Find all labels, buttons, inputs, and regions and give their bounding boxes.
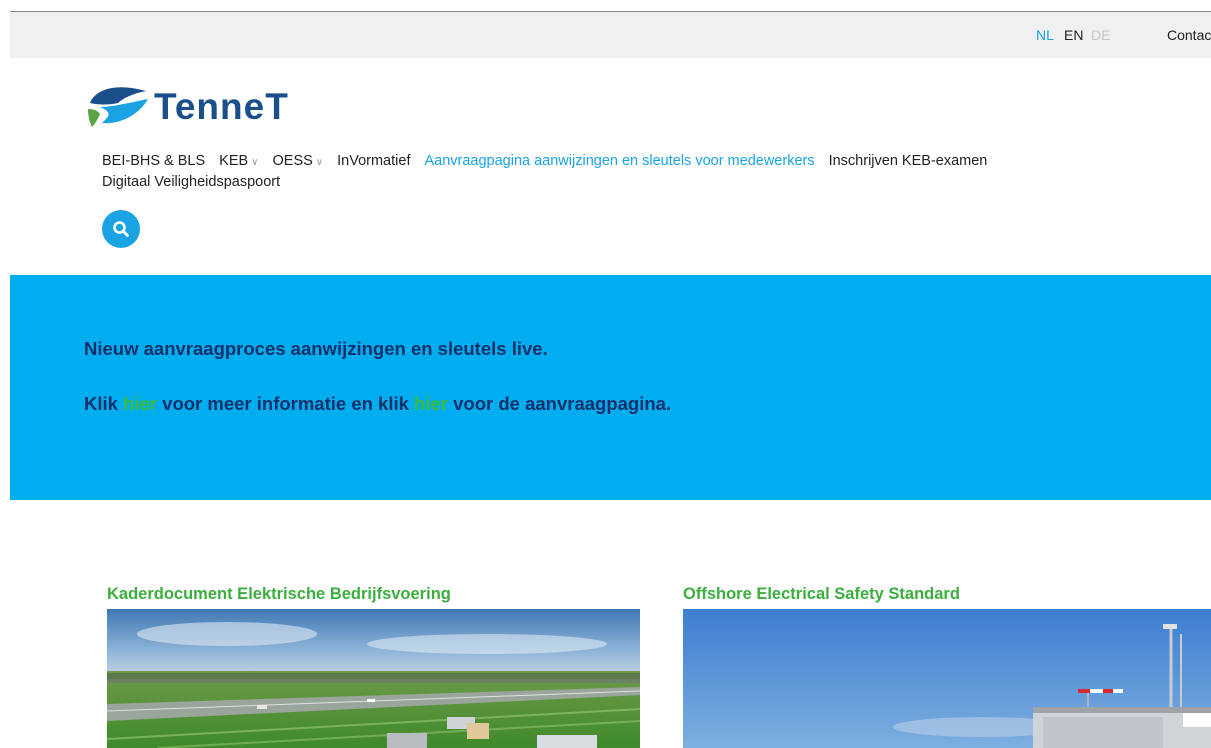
banner-headline: Nieuw aanvraagproces aanwijzingen en sle…	[84, 338, 548, 359]
banner-subline: Klik hier voor meer informatie en klik h…	[84, 393, 671, 415]
nav-label: OESS	[272, 153, 313, 169]
language-de: DE	[1091, 27, 1111, 43]
banner-text: voor meer informatie en klik	[157, 393, 415, 414]
card-title-oess[interactable]: Offshore Electrical Safety Standard	[683, 585, 960, 604]
offshore-platform-photo[interactable]	[683, 609, 1211, 748]
nav-label: InVormatief	[337, 153, 411, 169]
banner-text: Klik	[84, 393, 124, 414]
language-nl[interactable]: NL	[1036, 27, 1054, 43]
nav-item-invormatief[interactable]: InVormatief	[337, 153, 410, 169]
nav-item-inschrijven-keb-examen[interactable]: Inschrijven KEB-examen	[829, 153, 988, 169]
nav-item-digitaal-veiligheidspaspoort[interactable]: Digitaal Veiligheidspaspoort	[102, 174, 280, 190]
search-icon	[113, 221, 129, 237]
language-en[interactable]: EN	[1064, 27, 1083, 43]
chevron-down-icon: ∨	[315, 157, 324, 168]
nav-label: Inschrijven KEB-examen	[828, 153, 988, 169]
nav-item-keb[interactable]: KEB ∨	[219, 153, 258, 169]
banner-text: voor de aanvraagpagina.	[447, 393, 672, 414]
nav-label: KEB	[219, 153, 249, 169]
nav-label: Aanvraagpagina aanwijzingen en sleutels …	[424, 153, 815, 169]
chevron-down-icon: ∨	[251, 157, 259, 168]
nav-item-bei-bhs-bls[interactable]: BEI-BHS & BLS	[102, 153, 205, 169]
tennet-swoosh-logo-icon	[88, 87, 148, 127]
nav-item-oess[interactable]: OESS ∨	[273, 153, 324, 169]
nav-item-aanvraagpagina[interactable]: Aanvraagpagina aanwijzingen en sleutels …	[424, 153, 814, 169]
banner-link-request-page[interactable]: hier	[414, 393, 448, 414]
nav-label: BEI-BHS & BLS	[102, 153, 206, 169]
banner-link-info[interactable]: hier	[123, 393, 157, 414]
top-utility-bar: NL EN DE Contact	[10, 12, 1211, 58]
aerial-landscape-highway-photo[interactable]	[107, 609, 640, 748]
search-button[interactable]	[102, 210, 140, 248]
logo-wordmark: TenneT	[154, 86, 289, 127]
contact-link[interactable]: Contact	[1167, 27, 1211, 43]
announcement-banner: Nieuw aanvraagproces aanwijzingen en sle…	[10, 275, 1211, 500]
card-title-keb[interactable]: Kaderdocument Elektrische Bedrijfsvoerin…	[107, 585, 451, 604]
tennet-logo[interactable]: TenneT	[88, 82, 289, 130]
